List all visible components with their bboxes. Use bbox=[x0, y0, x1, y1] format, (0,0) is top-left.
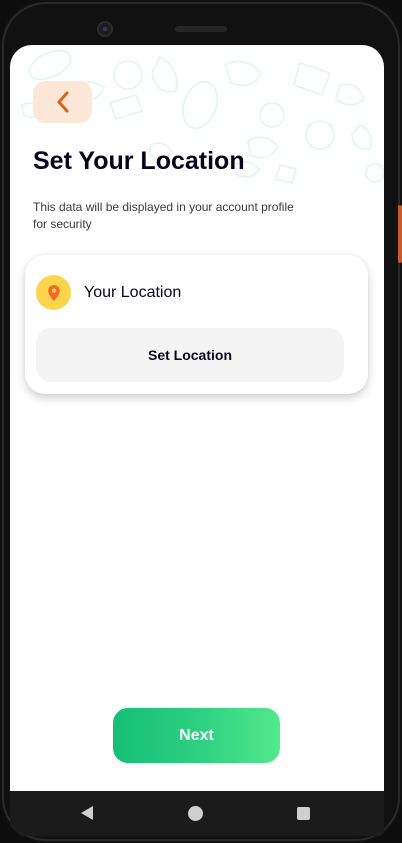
triangle-back-icon[interactable] bbox=[79, 805, 95, 821]
card-title: Your Location bbox=[84, 284, 182, 301]
next-button[interactable]: Next bbox=[113, 708, 280, 763]
system-navigation-bar bbox=[10, 791, 384, 836]
earpiece-speaker bbox=[175, 26, 227, 32]
back-button[interactable] bbox=[33, 81, 92, 123]
app-screen: Set Your Location This data will be disp… bbox=[10, 45, 384, 791]
location-icon-badge bbox=[36, 275, 71, 310]
chevron-left-icon bbox=[57, 91, 68, 113]
page-title: Set Your Location bbox=[33, 147, 245, 175]
circle-home-icon[interactable] bbox=[188, 806, 203, 821]
phone-frame: Set Your Location This data will be disp… bbox=[0, 0, 402, 843]
square-recents-icon[interactable] bbox=[297, 807, 310, 820]
location-card: Your Location Set Location bbox=[25, 255, 368, 394]
set-location-button[interactable]: Set Location bbox=[36, 328, 344, 382]
power-button bbox=[398, 205, 402, 263]
map-pin-icon bbox=[47, 284, 60, 301]
front-camera bbox=[97, 21, 113, 37]
page-subtitle: This data will be displayed in your acco… bbox=[33, 200, 294, 231]
